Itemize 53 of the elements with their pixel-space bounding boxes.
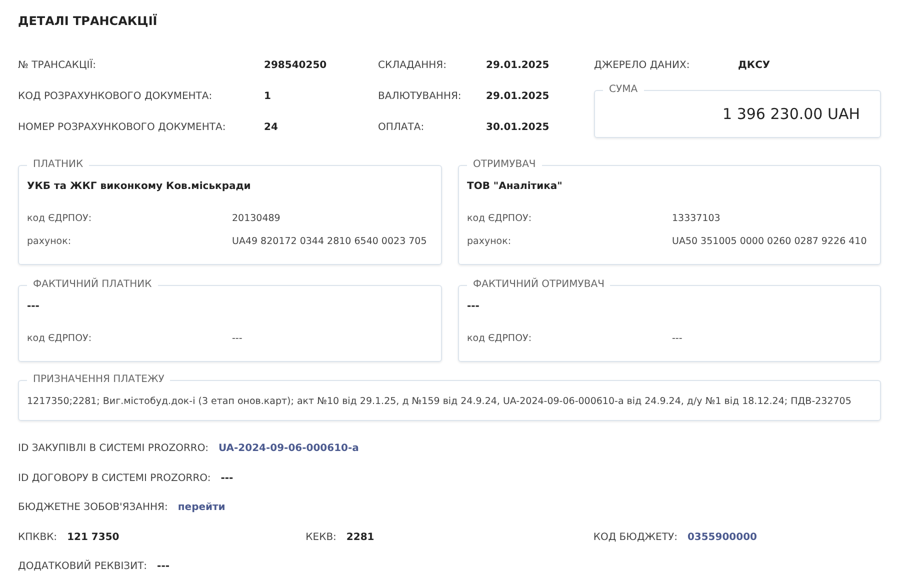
purpose-text: 1217350;2281; Виг.містобуд.док-і (3 етап онов.карт); акт №10 від 29.1.25, д №159 від 24.9.24, UA-2024-09-06-000610-a від 24.9.24, д/у №1 від 18.12.24; ПДВ-232705 [27, 396, 852, 407]
field-value: --- [672, 333, 684, 344]
field-label: БЮДЖЕТНЕ ЗОБОВ'ЯЗАННЯ: [18, 502, 168, 515]
field-label: ID ДОГОВОРУ В СИСТЕМІ PROZORRO: [18, 472, 211, 486]
field-value: 29.01.2025 [486, 91, 550, 102]
field-label: НОМЕР РОЗРАХУНКОВОГО ДОКУМЕНТА: [18, 122, 227, 133]
value-link[interactable]: UA-2024-09-06-000610-a [218, 443, 359, 472]
field-value: --- [232, 333, 244, 344]
field-label: ОПЛАТА: [378, 122, 426, 133]
sum-value: 1 396 230.00 UAH [722, 105, 860, 123]
field-label: рахунок: [27, 236, 72, 247]
value-link[interactable]: перейти [178, 502, 226, 532]
party-name: ТОВ "Аналітика" [467, 181, 564, 194]
page-title: ДЕТАЛІ ТРАНСАКЦІЇ [18, 14, 158, 28]
field-label: код ЄДРПОУ: [467, 213, 533, 224]
panel-title: ОТРИМУВАЧ [467, 159, 542, 170]
field-value: UA50 351005 0000 0260 0287 9226 410 [672, 236, 868, 247]
field-label: ДОДАТКОВИЙ РЕКВІЗИТ: [18, 561, 148, 574]
field-label: СКЛАДАННЯ: [378, 60, 448, 71]
field-label: код ЄДРПОУ: [467, 333, 533, 344]
field-value: 24 [264, 122, 279, 133]
field-label: ДЖЕРЕЛО ДАНИХ: [594, 60, 691, 71]
party-name: УКБ та ЖКГ виконкому Ков.міськради [27, 181, 252, 194]
field-value: 30.01.2025 [486, 122, 550, 133]
field-value: 1 [264, 91, 272, 102]
field-label: ID ЗАКУПІВЛІ В СИСТЕМІ PROZORRO: [18, 443, 208, 456]
field-value: 29.01.2025 [486, 60, 550, 71]
sum-label: СУМА [603, 84, 644, 95]
field-label: КОД БЮДЖЕТУ: [593, 532, 678, 544]
field-label: КЕКВ: [306, 532, 336, 544]
field-label: № ТРАНСАКЦІЇ: [18, 60, 98, 71]
field-label: КПКВК: [18, 532, 58, 544]
field-label: код ЄДРПОУ: [27, 213, 93, 224]
field-label: рахунок: [467, 236, 512, 247]
field-label: КОД РОЗРАХУНКОВОГО ДОКУМЕНТА: [18, 91, 214, 102]
panel-title: ФАКТИЧНИЙ ПЛАТНИК [27, 279, 158, 290]
field-value: UA49 820172 0344 2810 6540 0023 705 [232, 236, 428, 247]
panel-title: ПРИЗНАЧЕННЯ ПЛАТЕЖУ [27, 374, 170, 385]
field-value: ДКСУ [738, 60, 772, 71]
field-value: 20130489 [232, 213, 282, 224]
field-label: код ЄДРПОУ: [27, 333, 93, 344]
panel-title: ФАКТИЧНИЙ ОТРИМУВАЧ [467, 279, 610, 290]
field-value: 2281 [346, 532, 374, 544]
field-value: 121 7350 [67, 532, 120, 544]
panel-title: ПЛАТНИК [27, 159, 90, 170]
field-value: 13337103 [672, 213, 722, 224]
field-value: --- [220, 472, 234, 486]
party-name: --- [27, 301, 40, 314]
field-value: --- [157, 561, 170, 574]
field-label: ВАЛЮТУВАННЯ: [378, 91, 462, 102]
field-value: 298540250 [264, 60, 328, 71]
party-name: --- [467, 301, 480, 314]
value-link[interactable]: 0355900000 [687, 532, 758, 561]
